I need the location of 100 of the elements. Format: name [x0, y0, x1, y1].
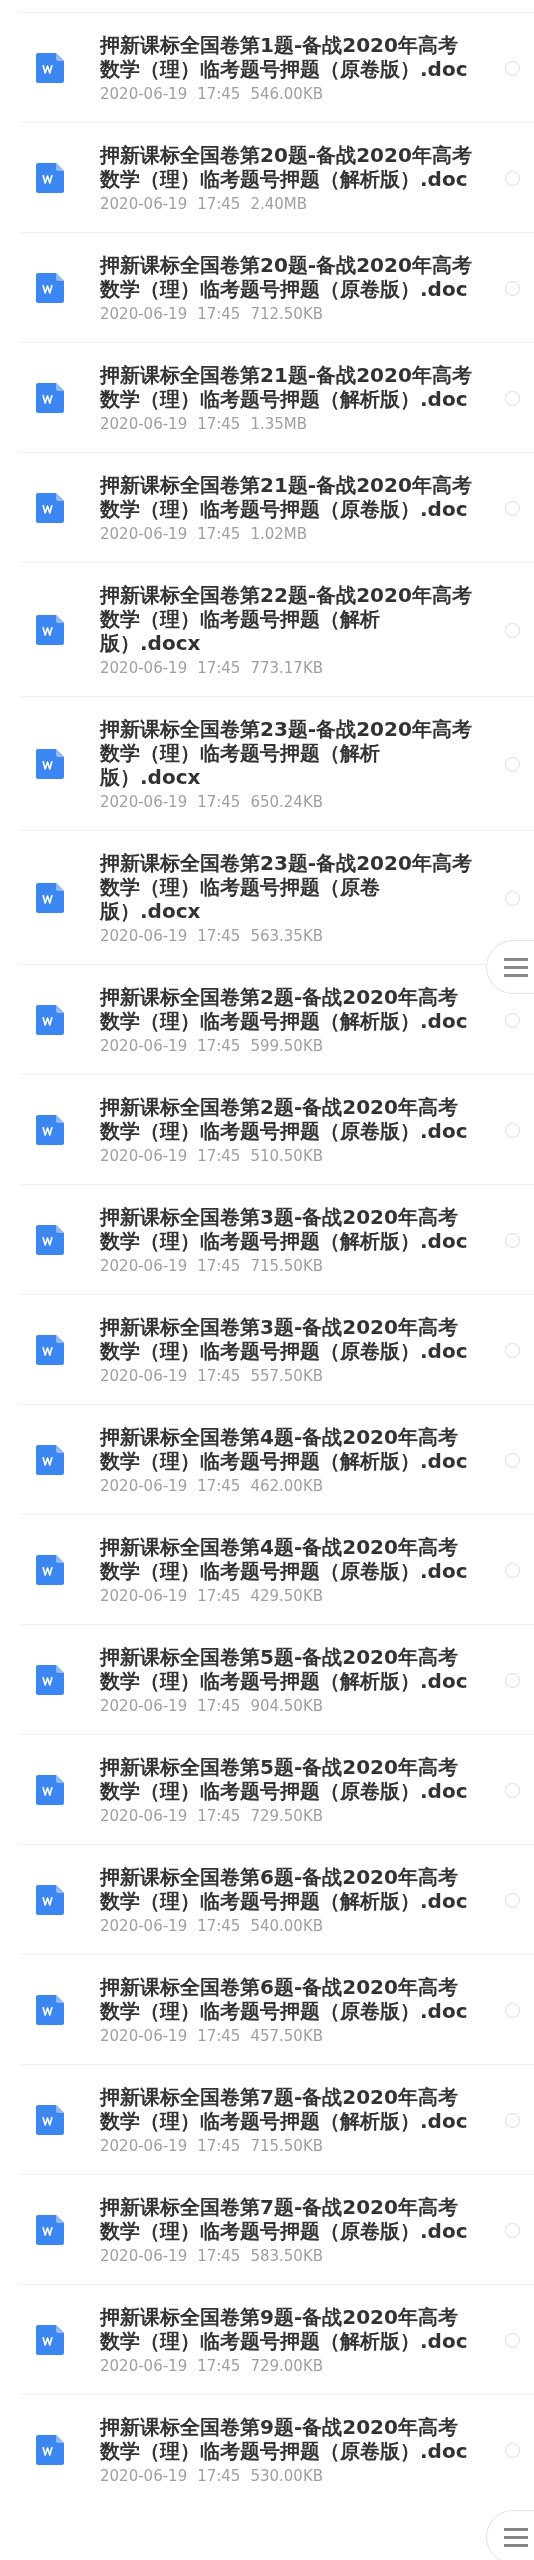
- word-document-icon: [36, 1445, 64, 1475]
- file-name[interactable]: 押新课标全国卷第6题-备战2020年高考数学（理）临考题号押题（解析版）.doc: [100, 1865, 472, 1913]
- file-size: 715.50KB: [250, 2137, 324, 2155]
- file-date: 2020-06-19: [100, 1037, 188, 1055]
- menu-button[interactable]: [486, 2510, 534, 2560]
- file-size: 540.00KB: [250, 1917, 324, 1935]
- file-size: 557.50KB: [250, 1367, 324, 1385]
- file-date: 2020-06-19: [100, 2357, 188, 2375]
- file-name[interactable]: 押新课标全国卷第21题-备战2020年高考数学（理）临考题号押题（原卷版）.doc: [100, 473, 472, 521]
- file-date: 2020-06-19: [100, 1147, 188, 1165]
- file-time: 17:45: [197, 195, 241, 213]
- file-name[interactable]: 押新课标全国卷第6题-备战2020年高考数学（理）临考题号押题（原卷版）.doc: [100, 1975, 472, 2023]
- file-name[interactable]: 押新课标全国卷第20题-备战2020年高考数学（理）临考题号押题（原卷版）.doc: [100, 253, 472, 301]
- file-size: 563.35KB: [250, 927, 324, 945]
- file-time: 17:45: [197, 2357, 241, 2375]
- file-size: 1.02MB: [250, 525, 308, 543]
- file-name[interactable]: 押新课标全国卷第2题-备战2020年高考数学（理）临考题号押题（解析版）.doc: [100, 985, 472, 1033]
- file-name[interactable]: 押新课标全国卷第23题-备战2020年高考数学（理）临考题号押题（原卷版）.docx: [100, 851, 472, 923]
- file-size: 599.50KB: [250, 1037, 324, 1055]
- file-time: 17:45: [197, 927, 241, 945]
- file-time: 17:45: [197, 1587, 241, 1605]
- file-name[interactable]: 押新课标全国卷第3题-备战2020年高考数学（理）临考题号押题（解析版）.doc: [100, 1205, 472, 1253]
- file-name[interactable]: 押新课标全国卷第2题-备战2020年高考数学（理）临考题号押题（原卷版）.doc: [100, 1095, 472, 1143]
- file-name[interactable]: 押新课标全国卷第5题-备战2020年高考数学（理）临考题号押题（解析版）.doc: [100, 1645, 472, 1693]
- file-date: 2020-06-19: [100, 305, 188, 323]
- file-size: 457.50KB: [250, 2027, 324, 2045]
- file-size: 1.35MB: [250, 415, 308, 433]
- file-name[interactable]: 押新课标全国卷第20题-备战2020年高考数学（理）临考题号押题（解析版）.doc: [100, 143, 472, 191]
- file-name[interactable]: 押新课标全国卷第4题-备战2020年高考数学（理）临考题号押题（原卷版）.doc: [100, 1535, 472, 1583]
- word-document-icon: [36, 273, 64, 303]
- file-time: 17:45: [197, 1807, 241, 1825]
- word-document-icon: [36, 2215, 64, 2245]
- file-size: 546.00KB: [250, 85, 324, 103]
- word-document-icon: [36, 1775, 64, 1805]
- file-size: 715.50KB: [250, 1257, 324, 1275]
- word-document-icon: [36, 1225, 64, 1255]
- file-time: 17:45: [197, 415, 241, 433]
- file-time: 17:45: [197, 1697, 241, 1715]
- file-name[interactable]: 押新课标全国卷第4题-备战2020年高考数学（理）临考题号押题（解析版）.doc: [100, 1425, 472, 1473]
- file-date: 2020-06-19: [100, 415, 188, 433]
- file-size: 773.17KB: [250, 659, 324, 677]
- file-date: 2020-06-19: [100, 1807, 188, 1825]
- file-time: 17:45: [197, 659, 241, 677]
- word-document-icon: [36, 1555, 64, 1585]
- file-date: 2020-06-19: [100, 2247, 188, 2265]
- file-date: 2020-06-19: [100, 927, 188, 945]
- file-name[interactable]: 押新课标全国卷第7题-备战2020年高考数学（理）临考题号押题（解析版）.doc: [100, 2085, 472, 2133]
- file-time: 17:45: [197, 1917, 241, 1935]
- menu-button[interactable]: [486, 940, 534, 994]
- file-size: 510.50KB: [250, 1147, 324, 1165]
- file-name[interactable]: 押新课标全国卷第7题-备战2020年高考数学（理）临考题号押题（原卷版）.doc: [100, 2195, 472, 2243]
- file-size: 904.50KB: [250, 1697, 324, 1715]
- file-date: 2020-06-19: [100, 1697, 188, 1715]
- word-document-icon: [36, 1005, 64, 1035]
- file-date: 2020-06-19: [100, 1477, 188, 1495]
- word-document-icon: [36, 383, 64, 413]
- word-document-icon: [36, 53, 64, 83]
- word-document-icon: [36, 2105, 64, 2135]
- file-name[interactable]: 押新课标全国卷第9题-备战2020年高考数学（理）临考题号押题（解析版）.doc: [100, 2305, 472, 2353]
- file-time: 17:45: [197, 2467, 241, 2485]
- word-document-icon: [36, 1115, 64, 1145]
- file-date: 2020-06-19: [100, 1257, 188, 1275]
- file-time: 17:45: [197, 2027, 241, 2045]
- file-size: 429.50KB: [250, 1587, 324, 1605]
- file-time: 17:45: [197, 525, 241, 543]
- file-time: 17:45: [197, 305, 241, 323]
- file-time: 17:45: [197, 2247, 241, 2265]
- file-name[interactable]: 押新课标全国卷第23题-备战2020年高考数学（理）临考题号押题（解析版）.docx: [100, 717, 472, 789]
- file-size: 729.50KB: [250, 1807, 324, 1825]
- file-date: 2020-06-19: [100, 525, 188, 543]
- word-document-icon: [36, 1665, 64, 1695]
- file-name[interactable]: 押新课标全国卷第1题-备战2020年高考数学（理）临考题号押题（原卷版）.doc: [100, 33, 472, 81]
- file-name[interactable]: 押新课标全国卷第3题-备战2020年高考数学（理）临考题号押题（原卷版）.doc: [100, 1315, 472, 1363]
- file-time: 17:45: [197, 1477, 241, 1495]
- file-size: 2.40MB: [250, 195, 308, 213]
- word-document-icon: [36, 1995, 64, 2025]
- word-document-icon: [36, 615, 64, 645]
- word-document-icon: [36, 2325, 64, 2355]
- file-size: 583.50KB: [250, 2247, 324, 2265]
- file-date: 2020-06-19: [100, 85, 188, 103]
- file-time: 17:45: [197, 793, 241, 811]
- file-time: 17:45: [197, 2137, 241, 2155]
- file-time: 17:45: [197, 1037, 241, 1055]
- file-date: 2020-06-19: [100, 1367, 188, 1385]
- word-document-icon: [36, 883, 64, 913]
- file-size: 650.24KB: [250, 793, 324, 811]
- word-document-icon: [36, 493, 64, 523]
- file-name[interactable]: 押新课标全国卷第22题-备战2020年高考数学（理）临考题号押题（解析版）.docx: [100, 583, 472, 655]
- file-time: 17:45: [197, 85, 241, 103]
- file-time: 17:45: [197, 1257, 241, 1275]
- file-size: 462.00KB: [250, 1477, 324, 1495]
- word-document-icon: [36, 749, 64, 779]
- file-date: 2020-06-19: [100, 659, 188, 677]
- file-name[interactable]: 押新课标全国卷第21题-备战2020年高考数学（理）临考题号押题（解析版）.doc: [100, 363, 472, 411]
- file-time: 17:45: [197, 1367, 241, 1385]
- file-date: 2020-06-19: [100, 2467, 188, 2485]
- file-date: 2020-06-19: [100, 2027, 188, 2045]
- file-name[interactable]: 押新课标全国卷第5题-备战2020年高考数学（理）临考题号押题（原卷版）.doc: [100, 1755, 472, 1803]
- file-name[interactable]: 押新课标全国卷第9题-备战2020年高考数学（理）临考题号押题（原卷版）.doc: [100, 2415, 472, 2463]
- file-size: 729.00KB: [250, 2357, 324, 2375]
